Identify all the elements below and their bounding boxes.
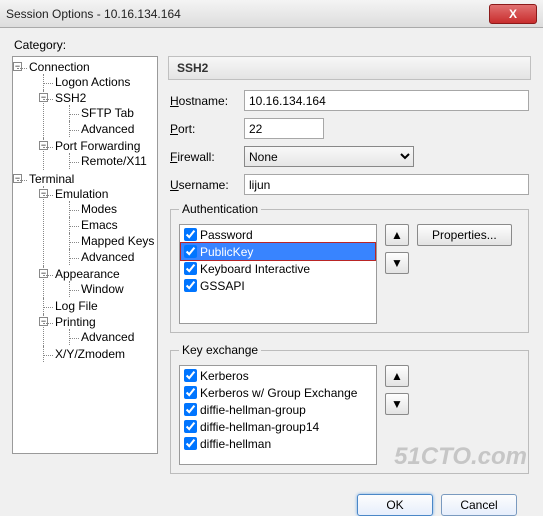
kex-item[interactable]: Kerberos — [181, 367, 375, 384]
kex-check[interactable] — [184, 369, 197, 382]
username-input[interactable] — [244, 174, 529, 195]
tree-emulation[interactable]: −Emulation Modes Emacs Mapped Keys Advan… — [43, 186, 153, 266]
hostname-label: Hostname: — [170, 94, 244, 108]
ok-button[interactable]: OK — [357, 494, 433, 516]
auth-legend: Authentication — [179, 202, 261, 216]
kex-item[interactable]: Kerberos w/ Group Exchange — [181, 384, 375, 401]
close-button[interactable]: X — [489, 4, 537, 24]
triangle-down-icon: ▼ — [391, 256, 403, 270]
tree-modes[interactable]: Modes — [69, 201, 153, 217]
triangle-up-icon: ▲ — [391, 369, 403, 383]
kex-item[interactable]: diffie-hellman — [181, 435, 375, 452]
tree-emu-advanced[interactable]: Advanced — [69, 249, 153, 265]
tree-port-forwarding[interactable]: −Port Forwarding Remote/X11 — [43, 138, 153, 170]
title-bar: Session Options - 10.16.134.164 X — [0, 0, 543, 28]
auth-item-publickey[interactable]: PublicKey — [181, 243, 375, 260]
auth-check-keyboard[interactable] — [184, 262, 197, 275]
port-label: Port: — [170, 122, 244, 136]
tree-terminal[interactable]: −Terminal −Emulation Modes Emacs Mapped … — [17, 171, 153, 363]
hostname-input[interactable] — [244, 90, 529, 111]
auth-check-gssapi[interactable] — [184, 279, 197, 292]
kex-item[interactable]: diffie-hellman-group — [181, 401, 375, 418]
kex-group: Key exchange Kerberos Kerberos w/ Group … — [170, 343, 529, 474]
username-label: Username: — [170, 178, 244, 192]
collapse-icon[interactable]: − — [39, 269, 48, 278]
kex-move-down-button[interactable]: ▼ — [385, 393, 409, 415]
auth-move-up-button[interactable]: ▲ — [385, 224, 409, 246]
cancel-button[interactable]: Cancel — [441, 494, 517, 516]
tree-ssh2[interactable]: −SSH2 SFTP Tab Advanced — [43, 90, 153, 138]
auth-check-publickey[interactable] — [184, 245, 197, 258]
auth-move-down-button[interactable]: ▼ — [385, 252, 409, 274]
kex-item[interactable]: diffie-hellman-group14 — [181, 418, 375, 435]
tree-printing[interactable]: −Printing Advanced — [43, 314, 153, 346]
tree-window[interactable]: Window — [69, 281, 153, 297]
collapse-icon[interactable]: − — [39, 189, 48, 198]
collapse-icon[interactable]: − — [39, 93, 48, 102]
panel-header: SSH2 — [168, 56, 531, 80]
tree-appearance[interactable]: −Appearance Window — [43, 266, 153, 298]
tree-xyzmodem[interactable]: X/Y/Zmodem — [43, 346, 153, 362]
kex-listbox[interactable]: Kerberos Kerberos w/ Group Exchange diff… — [179, 365, 377, 465]
auth-group: Authentication Password PublicKey Keyboa… — [170, 202, 529, 333]
kex-legend: Key exchange — [179, 343, 261, 357]
firewall-label: Firewall: — [170, 150, 244, 164]
auth-check-password[interactable] — [184, 228, 197, 241]
tree-connection[interactable]: −Connection Logon Actions −SSH2 SFTP Tab… — [17, 59, 153, 171]
collapse-icon[interactable]: − — [13, 174, 22, 183]
triangle-down-icon: ▼ — [391, 397, 403, 411]
firewall-select[interactable]: None — [244, 146, 414, 167]
close-icon: X — [509, 7, 517, 21]
kex-check[interactable] — [184, 386, 197, 399]
category-tree[interactable]: −Connection Logon Actions −SSH2 SFTP Tab… — [12, 56, 158, 454]
kex-move-up-button[interactable]: ▲ — [385, 365, 409, 387]
port-input[interactable] — [244, 118, 324, 139]
kex-check[interactable] — [184, 437, 197, 450]
auth-item-password[interactable]: Password — [181, 226, 375, 243]
kex-check[interactable] — [184, 403, 197, 416]
tree-ssh2-advanced[interactable]: Advanced — [69, 121, 153, 137]
tree-mapped-keys[interactable]: Mapped Keys — [69, 233, 153, 249]
right-pane: SSH2 Hostname: Port: Firewall: None User… — [168, 56, 531, 484]
auth-item-gssapi[interactable]: GSSAPI — [181, 277, 375, 294]
kex-check[interactable] — [184, 420, 197, 433]
auth-listbox[interactable]: Password PublicKey Keyboard Interactive … — [179, 224, 377, 324]
tree-sftp-tab[interactable]: SFTP Tab — [69, 105, 153, 121]
window-title: Session Options - 10.16.134.164 — [6, 7, 489, 21]
collapse-icon[interactable]: − — [39, 317, 48, 326]
dialog-footer: OK Cancel — [12, 484, 531, 516]
collapse-icon[interactable]: − — [39, 141, 48, 150]
tree-remote-x11[interactable]: Remote/X11 — [69, 153, 153, 169]
auth-item-keyboard[interactable]: Keyboard Interactive — [181, 260, 375, 277]
tree-emacs[interactable]: Emacs — [69, 217, 153, 233]
collapse-icon[interactable]: − — [13, 62, 22, 71]
triangle-up-icon: ▲ — [391, 228, 403, 242]
tree-log-file[interactable]: Log File — [43, 298, 153, 314]
category-label: Category: — [14, 38, 531, 52]
properties-button[interactable]: Properties... — [417, 224, 512, 246]
tree-logon-actions[interactable]: Logon Actions — [43, 74, 153, 90]
tree-print-advanced[interactable]: Advanced — [69, 329, 153, 345]
